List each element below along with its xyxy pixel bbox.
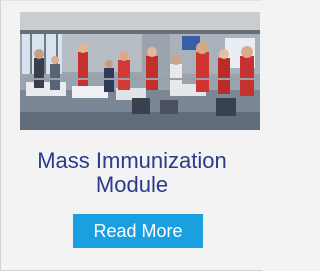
module-photo[interactable] [20, 12, 260, 130]
module-title[interactable]: Mass Immunization Module [1, 149, 263, 197]
module-card: Mass Immunization Module Read More [0, 0, 262, 271]
read-more-button[interactable]: Read More [73, 214, 203, 248]
module-title-line2: Module [95, 172, 169, 197]
immunization-clinic-photo [20, 12, 260, 130]
module-title-line1: Mass Immunization [37, 148, 227, 173]
